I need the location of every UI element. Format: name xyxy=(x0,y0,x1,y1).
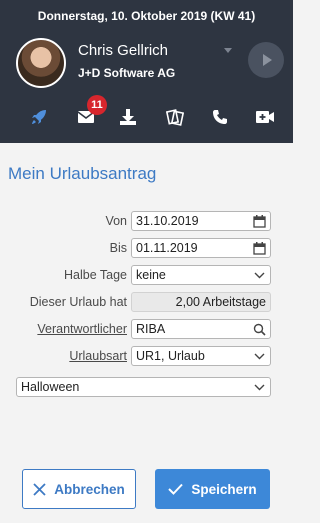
arbeitstage-value: 2,00 Arbeitstage xyxy=(175,295,266,309)
dieser-urlaub-label: Dieser Urlaub hat xyxy=(29,295,127,309)
bis-date-input[interactable]: 01.11.2019 xyxy=(131,238,271,258)
verantwortlicher-link[interactable]: Verantwortlicher xyxy=(37,322,127,336)
phone-icon xyxy=(213,110,227,124)
anlass-value: Halloween xyxy=(21,380,80,394)
anlass-select[interactable]: Halloween xyxy=(16,377,271,397)
calendar-icon[interactable] xyxy=(252,214,266,228)
chevron-down-icon xyxy=(252,349,266,363)
rocket-button[interactable] xyxy=(24,102,54,132)
phone-button[interactable] xyxy=(205,102,235,132)
user-header: Donnerstag, 10. Oktober 2019 (KW 41) Chr… xyxy=(0,0,293,143)
download-icon xyxy=(120,109,136,125)
von-label: Von xyxy=(105,214,127,228)
download-button[interactable] xyxy=(113,102,143,132)
von-date-input[interactable]: 31.10.2019 xyxy=(131,211,271,231)
documents-icon xyxy=(166,109,184,126)
cancel-button[interactable]: Abbrechen xyxy=(22,469,136,509)
video-icon xyxy=(256,111,274,123)
halbe-tage-label: Halbe Tage xyxy=(63,268,127,282)
chevron-down-icon[interactable] xyxy=(224,48,232,53)
mail-count-badge: 11 xyxy=(87,95,107,115)
verantwortlicher-value: RIBA xyxy=(136,322,166,336)
video-button[interactable] xyxy=(250,102,280,132)
urlaubsart-value: UR1, Urlaub xyxy=(136,349,205,363)
verantwortlicher-input[interactable]: RIBA xyxy=(131,319,271,339)
quick-actions-bar xyxy=(0,102,293,132)
rocket-icon xyxy=(32,110,46,124)
arbeitstage-display: 2,00 Arbeitstage xyxy=(131,292,271,312)
avatar[interactable] xyxy=(16,38,66,88)
close-icon xyxy=(33,482,46,496)
date-line: Donnerstag, 10. Oktober 2019 (KW 41) xyxy=(37,9,256,23)
chevron-down-icon xyxy=(252,268,266,282)
page-title: Mein Urlaubsantrag xyxy=(8,164,157,183)
user-name[interactable]: Chris Gellrich xyxy=(78,42,168,59)
documents-button[interactable] xyxy=(160,102,190,132)
play-icon xyxy=(263,54,272,66)
urlaubsart-link[interactable]: Urlaubsart xyxy=(69,349,127,363)
halbe-tage-value: keine xyxy=(136,268,166,282)
calendar-icon[interactable] xyxy=(252,241,266,255)
search-icon[interactable] xyxy=(252,322,266,336)
checkmark-icon xyxy=(168,483,184,495)
bis-label: Bis xyxy=(109,241,127,255)
save-button[interactable]: Speichern xyxy=(155,469,270,509)
cancel-label: Abbrechen xyxy=(54,481,125,497)
halbe-tage-select[interactable]: keine xyxy=(131,265,271,285)
save-label: Speichern xyxy=(191,481,257,497)
user-company: J+D Software AG xyxy=(78,66,176,80)
urlaubsart-select[interactable]: UR1, Urlaub xyxy=(131,346,271,366)
chevron-down-icon xyxy=(252,380,266,394)
bis-date-value: 01.11.2019 xyxy=(136,241,198,255)
von-date-value: 31.10.2019 xyxy=(136,214,199,228)
play-button[interactable] xyxy=(248,42,284,78)
